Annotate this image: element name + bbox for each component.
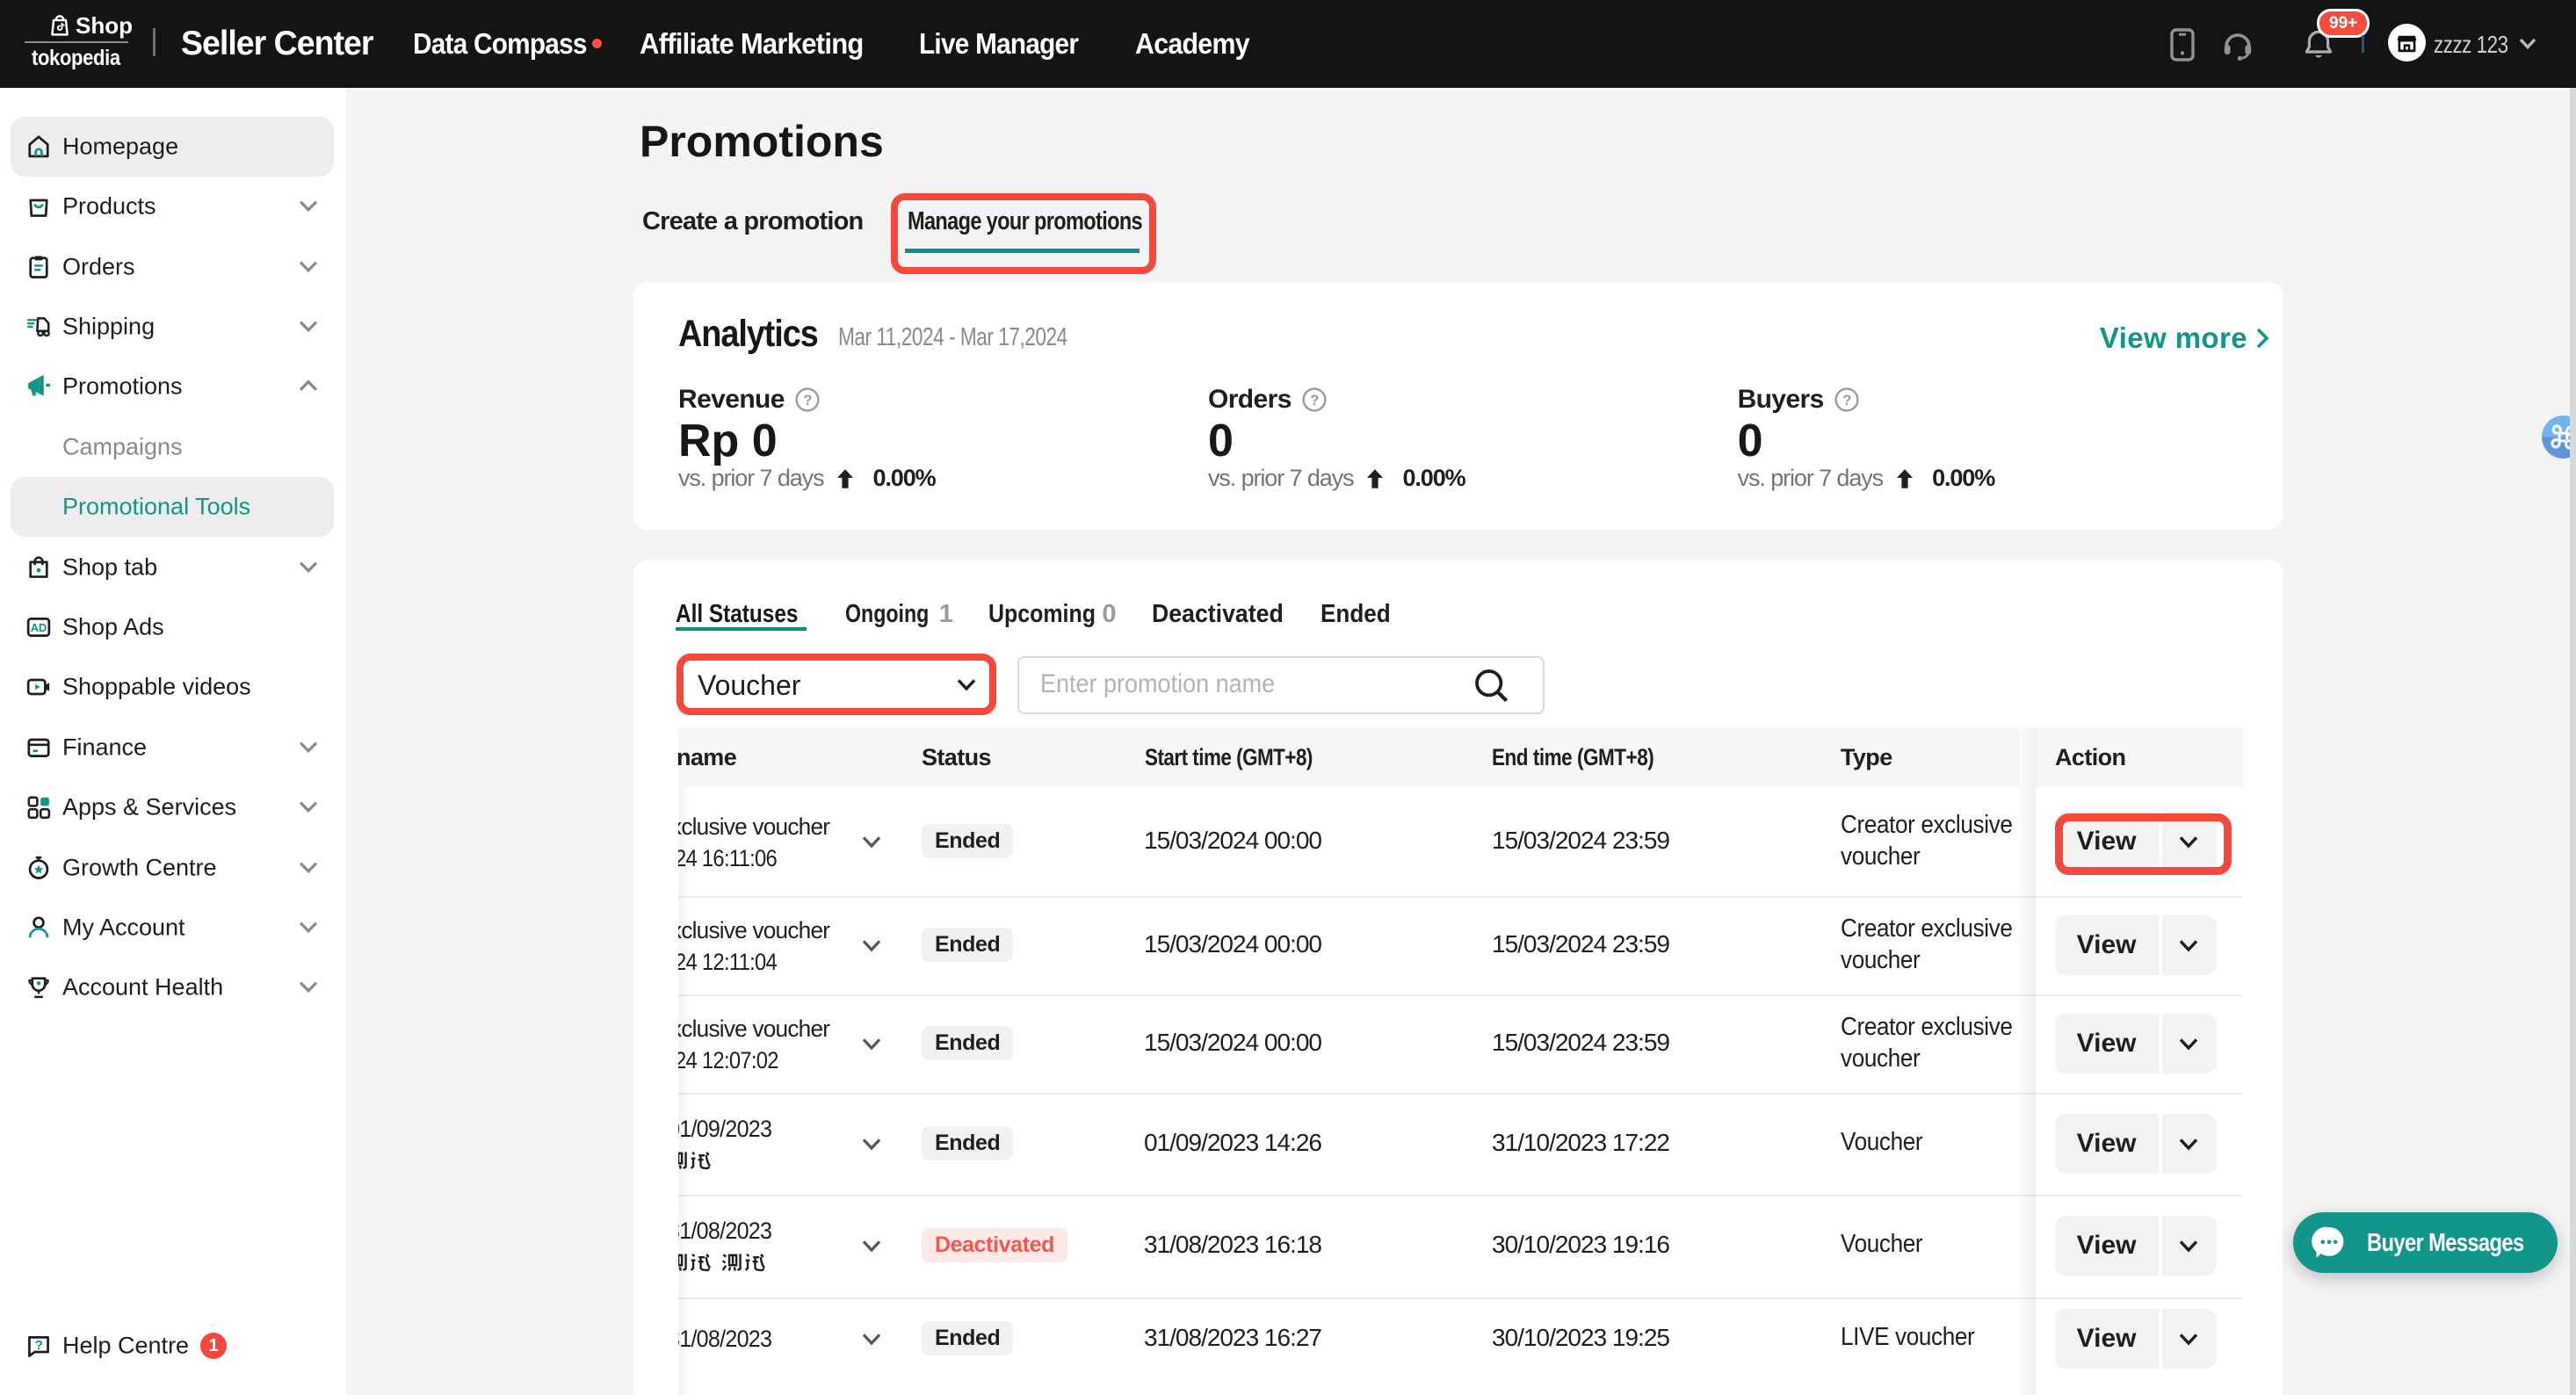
svg-text:?: ? bbox=[1310, 392, 1319, 408]
svg-text:?: ? bbox=[35, 1338, 43, 1353]
svg-text:?: ? bbox=[803, 392, 812, 408]
svg-text:AD: AD bbox=[31, 621, 47, 634]
svg-text:?: ? bbox=[1842, 392, 1851, 408]
